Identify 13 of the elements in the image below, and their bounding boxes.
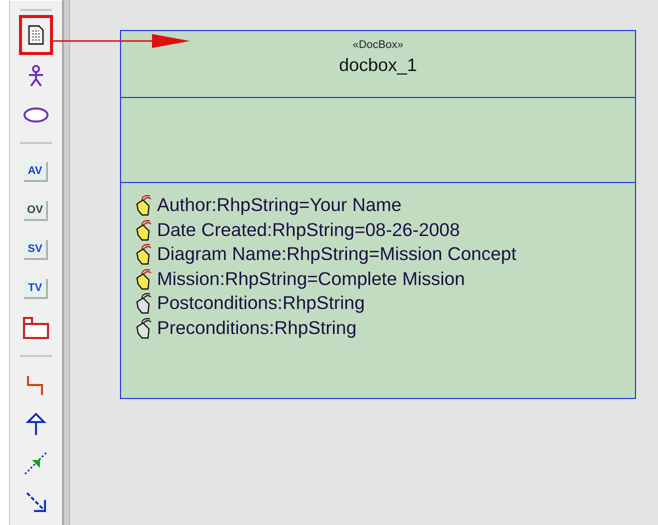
tool-button[interactable]: OV: [19, 192, 53, 229]
tool-button[interactable]: TV: [19, 270, 53, 307]
attribute-text: Preconditions:RhpString: [157, 316, 356, 339]
class-name: docbox_1: [338, 55, 418, 76]
attribute-text: Postconditions:RhpString: [157, 292, 365, 314]
stereotype-label: «DocBox»: [352, 39, 404, 51]
attribute-text: Mission:RhpString=Complete Mission: [157, 268, 465, 290]
attribute-text: Author:RhpString=Your Name: [157, 194, 402, 216]
attribute-text: Diagram Name:RhpString=Mission Concept: [157, 243, 516, 266]
document-icon[interactable]: [19, 15, 53, 55]
tool-button[interactable]: AV: [19, 153, 53, 190]
attribute-text: Date Created:RhpString=08-26-2008: [157, 218, 460, 241]
tool-button[interactable]: SV: [19, 231, 53, 268]
